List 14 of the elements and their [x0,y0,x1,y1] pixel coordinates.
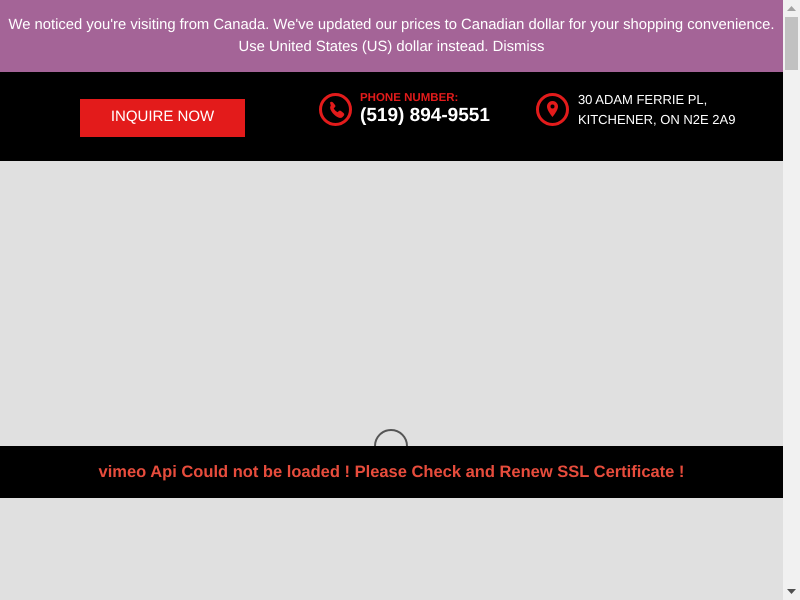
phone-icon [319,93,352,126]
dismiss-link[interactable]: Dismiss [492,39,544,55]
inquire-now-button[interactable]: INQUIRE NOW [80,98,245,136]
currency-link[interactable]: Use United States (US) dollar instead. [238,39,489,55]
address-text: 30 ADAM FERRIE PL, KITCHENER, ON N2E 2A9 [578,90,736,128]
phone-number: (519) 894-9551 [360,105,490,127]
error-message: vimeo Api Could not be loaded ! Please Check and Renew SSL Certificate ! [98,462,684,483]
location-pin-icon [536,93,569,126]
scroll-down-arrow-icon[interactable] [787,589,796,594]
loading-spinner-icon [373,429,409,446]
scrollbar-thumb[interactable] [785,17,798,70]
phone-label: PHONE NUMBER: [360,92,460,105]
notice-message: We noticed you're visiting from Canada. We've updated our prices to Canadian dollar for your shopping convenience. Use United States (US) dollar instead. Dismiss [8,16,776,57]
scroll-up-arrow-icon[interactable] [787,6,796,11]
